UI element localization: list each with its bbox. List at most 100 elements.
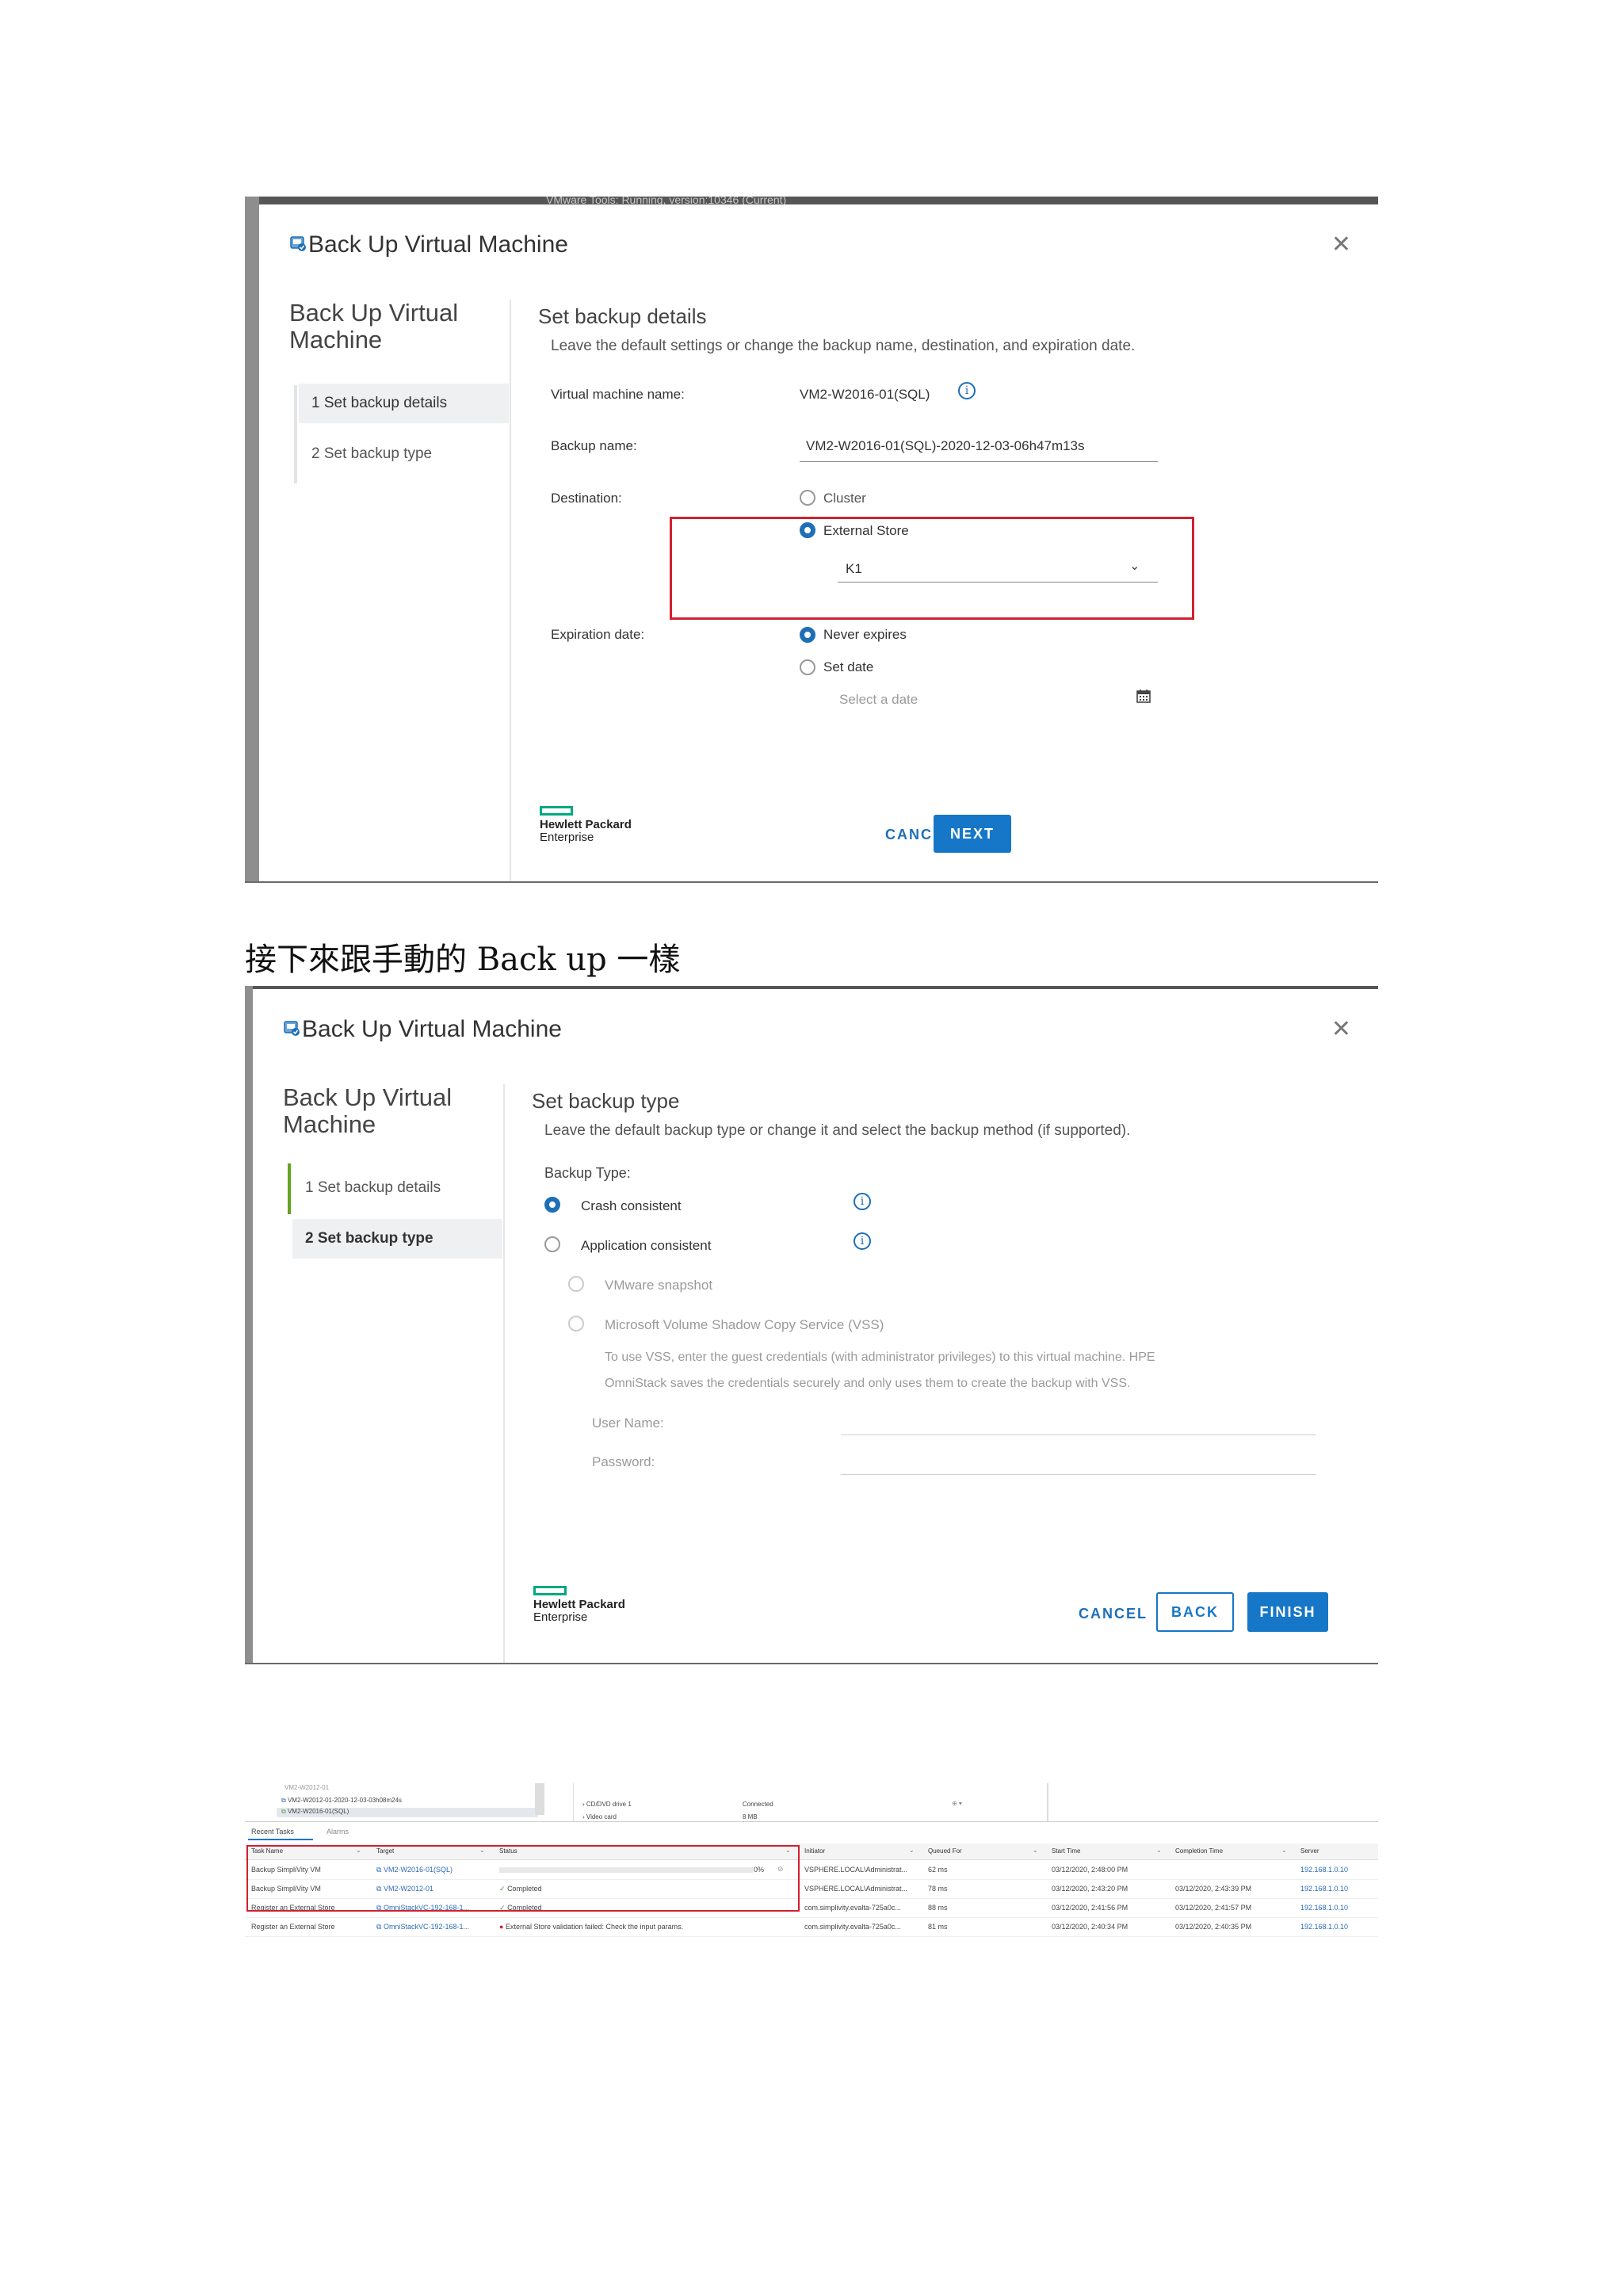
password-label: Password: [592, 1454, 655, 1469]
recent-tasks-screenshot: VM2-W2012-01 ⧉ VM2-W2012-01-2020-12-03-0… [245, 1783, 1378, 1946]
task-initiator: com.simplivity.evalta-725a0c... [804, 1904, 901, 1912]
column-header[interactable]: Queued For [928, 1847, 962, 1855]
close-icon[interactable]: ✕ [1331, 1018, 1351, 1041]
set-date-radio[interactable] [800, 659, 815, 675]
task-start: 03/12/2020, 2:48:00 PM [1052, 1866, 1128, 1874]
task-server[interactable]: 192.168.1.0.10 [1300, 1904, 1348, 1912]
finish-button[interactable]: FINISH [1247, 1592, 1328, 1632]
step-set-backup-details[interactable]: 1 Set backup details [292, 1168, 502, 1208]
screenshot-bottom-line [245, 1663, 1378, 1664]
dialog-title: Back Up Virtual Machine [308, 231, 568, 258]
task-name: Register an External Store [251, 1923, 335, 1931]
background-window-strip [245, 197, 1378, 204]
expiration-label: Expiration date: [551, 627, 645, 642]
hpe-logo: Hewlett Packard Enterprise [540, 806, 632, 843]
vss-label: Microsoft Volume Shadow Copy Service (VS… [605, 1317, 884, 1332]
date-input[interactable]: Select a date [839, 692, 918, 708]
scrollbar[interactable] [1047, 1783, 1048, 1821]
task-queued: 88 ms [928, 1904, 948, 1912]
section-title: Set backup details [538, 304, 707, 328]
hardware-row-menu[interactable]: ⊕ ▾ [952, 1800, 962, 1807]
background-left-strip [245, 986, 253, 1664]
info-icon[interactable]: i [854, 1232, 871, 1250]
column-header[interactable]: Server [1300, 1847, 1319, 1855]
logo-line2: Enterprise [533, 1610, 588, 1624]
task-queued: 62 ms [928, 1866, 948, 1874]
task-start: 03/12/2020, 2:41:56 PM [1052, 1904, 1128, 1912]
sort-chevron-icon[interactable]: ⌄ [909, 1847, 915, 1854]
column-header[interactable]: Initiator [804, 1847, 825, 1855]
task-server[interactable]: 192.168.1.0.10 [1300, 1866, 1348, 1874]
backup-name-label: Backup name: [551, 438, 637, 453]
tree-item-selected[interactable]: ⧉ VM2-W2016-01(SQL) [281, 1808, 349, 1816]
crash-consistent-radio[interactable] [544, 1197, 560, 1213]
task-server[interactable]: 192.168.1.0.10 [1300, 1885, 1348, 1893]
vss-radio[interactable] [568, 1316, 584, 1331]
step-set-backup-type[interactable]: 2 Set backup type [299, 434, 509, 474]
application-consistent-radio[interactable] [544, 1236, 560, 1252]
scrollbar[interactable] [535, 1783, 544, 1815]
sort-chevron-icon[interactable]: ⌄ [1281, 1847, 1287, 1854]
backup-dialog: Back Up Virtual Machine ✕ Back Up Virtua… [253, 989, 1378, 1663]
destination-cluster-label: Cluster [823, 491, 866, 506]
section-description: Leave the default settings or change the… [551, 338, 1136, 354]
external-store-select[interactable]: K1 [846, 561, 862, 577]
screenshot-bottom-line [245, 881, 1378, 883]
backup-dialog: Back Up Virtual Machine ✕ Back Up Virtua… [259, 204, 1378, 881]
completed-step-bar [288, 1163, 291, 1214]
task-target[interactable]: ⧉ OmniStackVC-192-168-1... [376, 1923, 469, 1931]
destination-cluster-radio[interactable] [800, 490, 815, 506]
destination-external-store-radio[interactable] [800, 522, 815, 538]
cancel-button[interactable]: CANCEL [1079, 1606, 1148, 1622]
backup-type-label: Backup Type: [544, 1165, 631, 1181]
tab-alarms[interactable]: Alarms [327, 1828, 349, 1836]
calendar-icon[interactable] [1136, 688, 1151, 704]
vmware-snapshot-label: VMware snapshot [605, 1278, 713, 1293]
step-indicator-bar [294, 385, 297, 483]
destination-external-store-label: External Store [823, 523, 909, 538]
sort-chevron-icon[interactable]: ⌄ [1033, 1847, 1038, 1854]
wizard-title: Back Up Virtual Machine [283, 1083, 453, 1138]
set-date-label: Set date [823, 659, 874, 674]
column-header[interactable]: Start Time [1052, 1847, 1080, 1855]
backup-details-screenshot: VMware Tools: Running, version:10346 (Cu… [245, 197, 1378, 883]
next-button[interactable]: NEXT [934, 815, 1011, 853]
active-tab-indicator [248, 1839, 313, 1840]
section-title: Set backup type [532, 1089, 680, 1113]
task-server[interactable]: 192.168.1.0.10 [1300, 1923, 1348, 1931]
never-expires-radio[interactable] [800, 627, 815, 643]
vm-name-value: VM2-W2016-01(SQL) [800, 387, 930, 402]
logo-line1: Hewlett Packard [540, 818, 632, 831]
highlight-box [670, 517, 1194, 620]
logo-line1: Hewlett Packard [533, 1598, 625, 1611]
back-button[interactable]: BACK [1156, 1592, 1234, 1632]
tree-item[interactable]: ⧉ VM2-W2012-01-2020-12-03-03h08m24s [281, 1797, 402, 1805]
logo-line2: Enterprise [540, 831, 594, 844]
wizard-nav: Back Up Virtual Machine 1 Set backup det… [259, 299, 509, 881]
vss-note-line1: To use VSS, enter the guest credentials … [605, 1350, 1155, 1364]
task-initiator: VSPHERE.LOCAL\Administrat... [804, 1885, 908, 1893]
step-set-backup-type[interactable]: 2 Set backup type [292, 1219, 502, 1259]
application-consistent-label: Application consistent [581, 1238, 712, 1253]
task-completion: 03/12/2020, 2:40:35 PM [1175, 1923, 1252, 1931]
step-set-backup-details[interactable]: 1 Set backup details [299, 384, 509, 423]
task-start: 03/12/2020, 2:40:34 PM [1052, 1923, 1128, 1931]
tree-item[interactable]: VM2-W2012-01 [285, 1784, 329, 1791]
background-left-strip [245, 197, 259, 883]
hardware-row-name: › Video card [582, 1813, 617, 1820]
task-queued: 78 ms [928, 1885, 948, 1893]
backup-name-input[interactable]: VM2-W2016-01(SQL)-2020-12-03-06h47m13s [806, 438, 1085, 454]
hardware-row-value: Connected [743, 1801, 773, 1808]
vmware-snapshot-radio[interactable] [568, 1276, 584, 1292]
info-icon[interactable]: i [958, 382, 976, 399]
password-input[interactable] [841, 1474, 1316, 1475]
tab-recent-tasks[interactable]: Recent Tasks [251, 1828, 294, 1836]
info-icon[interactable]: i [854, 1193, 871, 1210]
sort-chevron-icon[interactable]: ⌄ [1156, 1847, 1162, 1854]
column-header[interactable]: Completion Time [1175, 1847, 1223, 1855]
hpe-logo: Hewlett Packard Enterprise [533, 1586, 625, 1623]
close-icon[interactable]: ✕ [1331, 233, 1351, 257]
wizard-title: Back Up Virtual Machine [289, 299, 459, 353]
caption-text: 接下來跟手動的 Back up 一樣 [245, 942, 681, 978]
chevron-down-icon[interactable]: ⌄ [1129, 558, 1140, 574]
